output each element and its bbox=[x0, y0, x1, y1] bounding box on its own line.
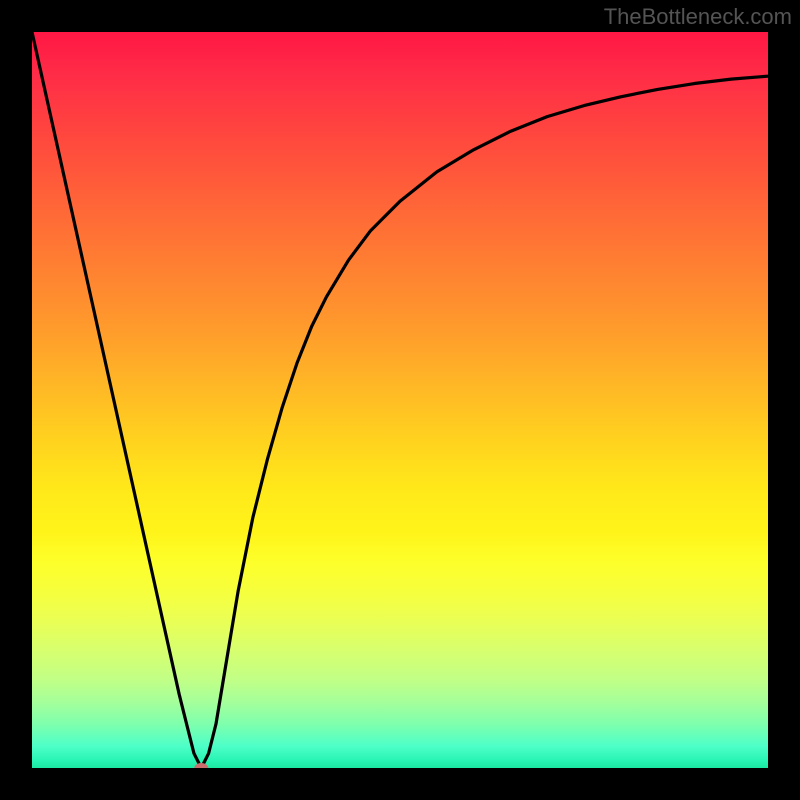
chart-frame: TheBottleneck.com bbox=[0, 0, 800, 800]
bottleneck-curve-svg bbox=[32, 32, 768, 768]
minimum-marker bbox=[194, 763, 208, 768]
attribution-label: TheBottleneck.com bbox=[604, 4, 792, 30]
bottleneck-curve bbox=[32, 32, 768, 768]
plot-area bbox=[32, 32, 768, 768]
